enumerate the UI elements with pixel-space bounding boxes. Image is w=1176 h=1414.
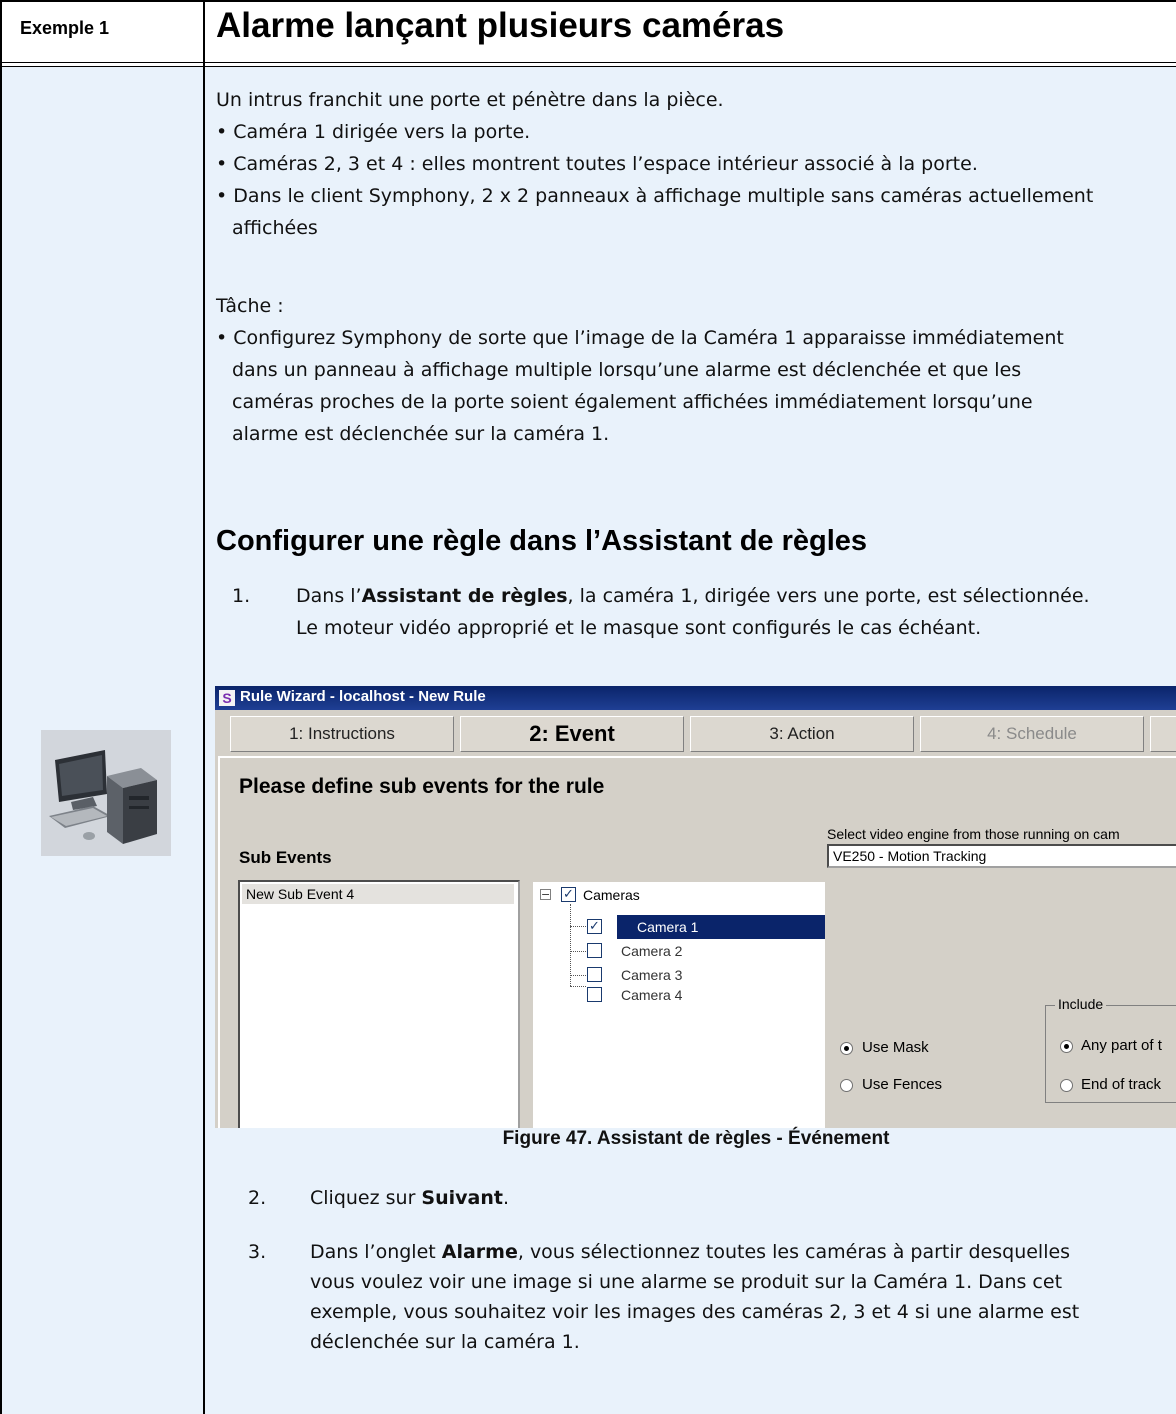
- sub-events-list[interactable]: New Sub Event 4: [238, 880, 520, 1128]
- step-number: 3.: [248, 1241, 267, 1263]
- video-engine-label: Select video engine from those running o…: [827, 826, 1120, 842]
- step-text: Dans l’Assistant de règles, la caméra 1,…: [296, 585, 1090, 607]
- tree-line: [570, 986, 586, 987]
- step-text: Cliquez sur Suivant.: [310, 1187, 510, 1209]
- step-number: 2.: [248, 1187, 267, 1209]
- tree-item-camera-4[interactable]: Camera 4: [621, 987, 682, 1003]
- table-header-border: [0, 62, 1176, 63]
- step-bold: Alarme: [441, 1241, 518, 1263]
- checkbox-camera-1[interactable]: ✓: [587, 919, 602, 934]
- step-text: vous voulez voir une image si une alarme…: [310, 1271, 1063, 1293]
- checkbox-camera-2[interactable]: [587, 943, 602, 958]
- list-item[interactable]: New Sub Event 4: [242, 884, 514, 904]
- checkbox-cameras[interactable]: ✓: [561, 887, 576, 902]
- step-text: Le moteur vidéo approprié et le masque s…: [296, 617, 982, 639]
- tree-line: [570, 975, 586, 976]
- step-text: déclenchée sur la caméra 1.: [310, 1331, 580, 1353]
- intro-bullet: • Caméras 2, 3 et 4 : elles montrent tou…: [216, 153, 978, 175]
- tree-item-camera-3[interactable]: Camera 3: [621, 967, 682, 983]
- panel-border: [218, 756, 220, 1128]
- tree-line: [570, 951, 586, 952]
- section-title: Configurer une règle dans l’Assistant de…: [216, 525, 868, 557]
- checkbox-camera-3[interactable]: [587, 967, 602, 982]
- camera-tree[interactable]: − ✓ Cameras ✓ Camera 1 Camera 2 Camera 3…: [533, 882, 825, 1128]
- intro-line: Un intrus franchit une porte et pénètre …: [216, 89, 724, 111]
- step-bold: Suivant: [421, 1187, 503, 1209]
- checkbox-camera-4[interactable]: [587, 987, 602, 1002]
- example-label: Exemple 1: [20, 18, 110, 38]
- tree-item-camera-1[interactable]: Camera 1: [637, 919, 698, 935]
- tree-root-label: Cameras: [583, 887, 640, 903]
- tree-line: [570, 926, 586, 927]
- tab-schedule[interactable]: 4: Schedule: [920, 716, 1144, 752]
- end-of-track-label: End of track: [1081, 1076, 1162, 1093]
- task-line: dans un panneau à affichage multiple lor…: [232, 359, 1022, 381]
- use-mask-label: Use Mask: [862, 1039, 929, 1056]
- tab-action[interactable]: 3: Action: [690, 716, 914, 752]
- rule-wizard-screenshot: S Rule Wizard - localhost - New Rule 1: …: [215, 686, 1176, 1128]
- video-engine-select[interactable]: VE250 - Motion Tracking: [827, 844, 1176, 868]
- use-fences-radio[interactable]: [840, 1079, 853, 1092]
- figure-caption: Figure 47. Assistant de règles - Événeme…: [502, 1128, 890, 1149]
- task-line: alarme est déclenchée sur la caméra 1.: [232, 423, 610, 445]
- collapse-icon[interactable]: −: [540, 889, 551, 900]
- tab-event[interactable]: 2: Event: [460, 716, 684, 752]
- tab-instructions[interactable]: 1: Instructions: [230, 716, 454, 752]
- task-label: Tâche :: [216, 295, 284, 317]
- any-part-radio[interactable]: [1060, 1040, 1073, 1053]
- intro-bullet-cont: affichées: [232, 217, 318, 239]
- table-top-border: [0, 0, 1176, 2]
- table-middle-border: [203, 0, 205, 1414]
- intro-bullet: • Dans le client Symphony, 2 x 2 panneau…: [216, 185, 1094, 207]
- window-title: Rule Wizard - localhost - New Rule: [240, 688, 486, 705]
- step-text: Dans l’onglet Alarme, vous sélectionnez …: [310, 1241, 1071, 1263]
- tree-item-camera-2[interactable]: Camera 2: [621, 943, 682, 959]
- use-mask-radio[interactable]: [840, 1042, 853, 1055]
- tree-line: [570, 904, 571, 986]
- include-label: Include: [1055, 996, 1107, 1012]
- step-text: exemple, vous souhaitez voir les images …: [310, 1301, 1080, 1323]
- step-number: 1.: [232, 585, 251, 607]
- sub-events-label: Sub Events: [239, 848, 332, 867]
- table-header-border-2: [0, 66, 1176, 67]
- intro-bullet: • Caméra 1 dirigée vers la porte.: [216, 121, 531, 143]
- page-title: Alarme lançant plusieurs caméras: [216, 6, 785, 45]
- step-bold: Assistant de règles: [361, 585, 568, 607]
- end-of-track-radio[interactable]: [1060, 1079, 1073, 1092]
- task-line: caméras proches de la porte soient égale…: [232, 391, 1033, 413]
- any-part-label: Any part of t: [1081, 1037, 1162, 1054]
- use-fences-label: Use Fences: [862, 1076, 943, 1093]
- app-icon: S: [219, 690, 235, 706]
- table-left-border: [0, 0, 2, 1414]
- panel-border: [218, 756, 1176, 758]
- wizard-heading: Please define sub events for the rule: [239, 775, 605, 798]
- computer-icon: [41, 730, 171, 856]
- tab-next[interactable]: [1150, 716, 1176, 752]
- task-line: • Configurez Symphony de sorte que l’ima…: [216, 327, 1064, 349]
